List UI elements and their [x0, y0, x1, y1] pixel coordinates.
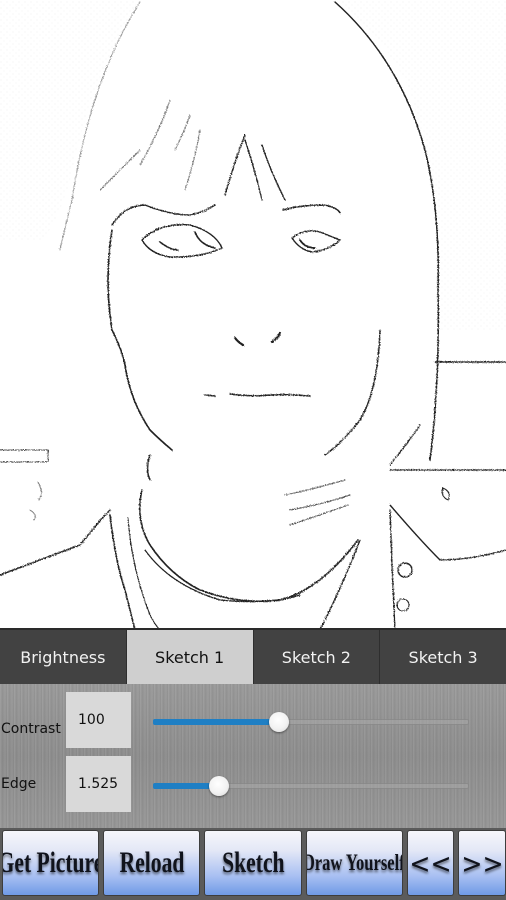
tab-sketch-1[interactable]: Sketch 1: [126, 630, 254, 684]
edge-slider-thumb[interactable]: [209, 776, 230, 796]
next-label: >>: [461, 846, 504, 880]
get-picture-button[interactable]: Get Picture: [2, 830, 100, 896]
edge-slider[interactable]: [153, 774, 469, 798]
tab-sketch-2[interactable]: Sketch 2: [254, 630, 381, 684]
contrast-slider[interactable]: [153, 710, 469, 734]
sketch-canvas[interactable]: [0, 0, 506, 630]
previous-label: <<: [409, 846, 452, 880]
control-panel: Contrast 100 Edge 1.525: [0, 684, 506, 828]
contrast-slider-fill: [153, 719, 280, 725]
reload-label: Reload: [119, 846, 185, 879]
edge-label: Edge: [1, 776, 37, 792]
get-picture-label: Get Picture: [2, 846, 100, 879]
draw-yourself-button[interactable]: Draw Yourself: [305, 830, 403, 896]
contrast-value-field[interactable]: 100: [66, 692, 131, 748]
contrast-label: Contrast: [1, 721, 61, 737]
mode-tab-bar: Brightness Sketch 1 Sketch 2 Sketch 3: [0, 630, 506, 684]
contrast-slider-thumb[interactable]: [269, 712, 290, 732]
action-button-bar: Get Picture Reload Sketch Draw Yourself …: [0, 828, 506, 900]
reload-button[interactable]: Reload: [103, 830, 201, 896]
tab-sketch-3[interactable]: Sketch 3: [380, 630, 506, 684]
sketch-button[interactable]: Sketch: [204, 830, 302, 896]
draw-yourself-label: Draw Yourself: [305, 850, 403, 875]
sketch-image: [0, 0, 506, 628]
edge-value-field[interactable]: 1.525: [66, 756, 131, 812]
tab-brightness[interactable]: Brightness: [0, 630, 127, 684]
sketch-label: Sketch: [221, 846, 285, 879]
next-button[interactable]: >>: [458, 830, 506, 896]
previous-button[interactable]: <<: [406, 830, 455, 896]
